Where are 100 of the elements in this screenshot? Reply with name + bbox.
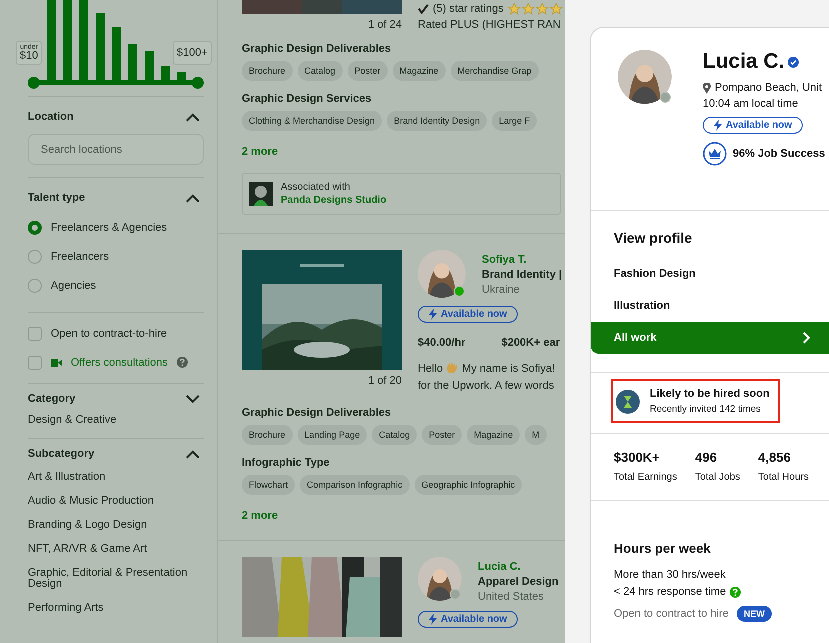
chevron-down-icon[interactable] xyxy=(186,394,200,404)
skill-tag[interactable]: Poster xyxy=(422,425,462,445)
hourly-rate: $40.00/hr xyxy=(418,337,466,349)
skill-tag[interactable]: M xyxy=(525,425,547,445)
contract-to-hire-text: Open to contract to hire xyxy=(614,608,729,620)
hours-detail: More than 30 hrs/week xyxy=(614,569,726,581)
chevron-right-icon xyxy=(803,332,811,344)
freelancer-name[interactable]: Sofiya T. xyxy=(482,254,562,266)
skill-group-title: Graphic Design Deliverables xyxy=(242,407,392,419)
notice-title: Likely to be hired soon xyxy=(650,388,770,400)
skill-tag[interactable]: Geographic Infographic xyxy=(414,475,522,495)
skill-tag[interactable]: Catalog xyxy=(298,61,343,81)
skill-group-title: Graphic Design Deliverables xyxy=(242,43,392,55)
new-badge: NEW xyxy=(736,606,772,622)
freelancer-title: Brand Identity | xyxy=(482,269,562,281)
agency-caption: Associated with xyxy=(281,182,352,193)
radio-button[interactable] xyxy=(28,220,42,234)
waving-hand-icon xyxy=(446,361,460,374)
profile-tab[interactable]: Illustration xyxy=(591,290,829,322)
freelancer-name[interactable]: Lucia C. xyxy=(478,561,559,573)
profile-tab[interactable]: All work xyxy=(591,322,829,354)
chevron-up-icon[interactable] xyxy=(186,450,200,458)
more-link[interactable]: 2 more xyxy=(242,510,278,522)
agency-logo-icon xyxy=(249,182,273,206)
availability-badge: Available now xyxy=(703,117,804,134)
stat-value: $300K+ xyxy=(614,450,661,465)
radio-button[interactable] xyxy=(28,278,42,292)
agency-card[interactable]: Associated with Panda Designs Studio xyxy=(242,173,561,215)
section-title: Talent type xyxy=(28,192,86,204)
skill-tag[interactable]: Clothing & Merchandise Design xyxy=(242,111,382,131)
profile-name: Lucia C. xyxy=(703,50,785,74)
subcategory-link[interactable]: Branding & Logo Design xyxy=(28,514,204,538)
skill-tag[interactable]: Poster xyxy=(348,61,388,81)
chevron-up-icon[interactable] xyxy=(186,194,200,202)
profile-location: Pompano Beach, Unit xyxy=(715,82,822,94)
stat-label: Total Jobs xyxy=(695,472,740,483)
skill-tag[interactable]: Flowchart xyxy=(242,475,296,495)
gallery-counter: 1 of 20 xyxy=(368,375,402,387)
stat-label: Total Hours xyxy=(758,472,809,483)
checkbox-label[interactable]: Open to contract-to-hire xyxy=(51,328,168,340)
skill-tag[interactable]: Landing Page xyxy=(298,425,368,445)
skill-tag[interactable]: Merchandise Grap xyxy=(450,61,539,81)
checkbox[interactable] xyxy=(28,356,42,370)
skill-tag[interactable]: Brochure xyxy=(242,61,293,81)
subcategory-link[interactable]: Art & Illustration xyxy=(28,466,204,490)
help-icon[interactable] xyxy=(730,586,742,598)
selected-category[interactable]: Design & Creative xyxy=(28,414,204,426)
freelancer-bio: Hello My name is Sofiya! for the Upwork. A few words xyxy=(418,361,556,394)
radio-label[interactable]: Freelancers & Agencies xyxy=(51,222,168,234)
notice-subtitle: Recently invited 142 times xyxy=(650,404,762,415)
job-success: 96% Job Success xyxy=(733,148,826,160)
stat-label: Total Earnings xyxy=(614,472,678,483)
skill-tag[interactable]: Magazine xyxy=(467,425,520,445)
radio-label[interactable]: Freelancers xyxy=(51,250,110,262)
local-time: 10:04 am local time xyxy=(703,98,800,110)
subcategory-link[interactable]: Performing Arts xyxy=(28,597,204,621)
avatar xyxy=(418,557,462,601)
skill-tag[interactable]: Large F xyxy=(492,111,538,131)
video-camera-icon xyxy=(51,358,62,366)
subcategory-link[interactable]: Graphic, Editorial & Presentation Design xyxy=(28,562,204,597)
section-title: Subcategory xyxy=(28,448,95,460)
radio-button[interactable] xyxy=(28,250,42,264)
hours-detail: < 24 hrs response time xyxy=(614,586,726,598)
profile-tab[interactable]: Fashion Design xyxy=(591,258,829,290)
help-icon[interactable] xyxy=(177,357,188,368)
skill-tag[interactable]: Brand Identity Design xyxy=(387,111,488,131)
section-title: Location xyxy=(28,111,74,123)
agency-name[interactable]: Panda Designs Studio xyxy=(281,195,387,206)
subcategory-link[interactable]: NFT, AR/VR & Game Art xyxy=(28,538,204,562)
gallery-counter: 1 of 24 xyxy=(368,19,402,31)
stat-value: 496 xyxy=(695,450,718,465)
skill-group-title: Graphic Design Services xyxy=(242,93,373,105)
freelancer-country: United States xyxy=(478,591,546,603)
availability-badge: Available now xyxy=(418,611,518,628)
skill-tag[interactable]: Brochure xyxy=(242,425,293,445)
total-earned: $200K+ ear xyxy=(502,337,560,349)
avatar xyxy=(418,250,466,298)
section-title: Category xyxy=(28,393,76,405)
crown-badge-icon xyxy=(703,142,727,166)
hours-heading: Hours per week xyxy=(614,541,712,556)
checkbox-label[interactable]: Offers consultations xyxy=(71,356,168,368)
view-profile-heading: View profile xyxy=(613,229,694,246)
stat-value: 4,856 xyxy=(758,450,792,465)
rating-text: (5) star ratings xyxy=(433,3,504,15)
checkbox[interactable] xyxy=(28,326,42,340)
skill-group-title: Infographic Type xyxy=(242,457,331,469)
skill-tag[interactable]: Comparison Infographic xyxy=(300,475,410,495)
location-pin-icon xyxy=(703,82,711,94)
check-icon xyxy=(418,4,429,14)
subcategory-link[interactable]: Audio & Music Production xyxy=(28,490,204,514)
hourglass-icon xyxy=(616,390,640,414)
chevron-up-icon[interactable] xyxy=(186,112,200,122)
skill-tag[interactable]: Catalog xyxy=(372,425,418,445)
freelancer-title: Apparel Design xyxy=(478,576,559,588)
avatar xyxy=(618,50,672,104)
more-link[interactable]: 2 more xyxy=(242,146,278,158)
skill-tag[interactable]: Magazine xyxy=(392,61,446,81)
radio-label[interactable]: Agencies xyxy=(51,280,96,292)
availability-badge: Available now xyxy=(418,306,518,323)
search-field[interactable]: Search locations xyxy=(28,134,204,165)
